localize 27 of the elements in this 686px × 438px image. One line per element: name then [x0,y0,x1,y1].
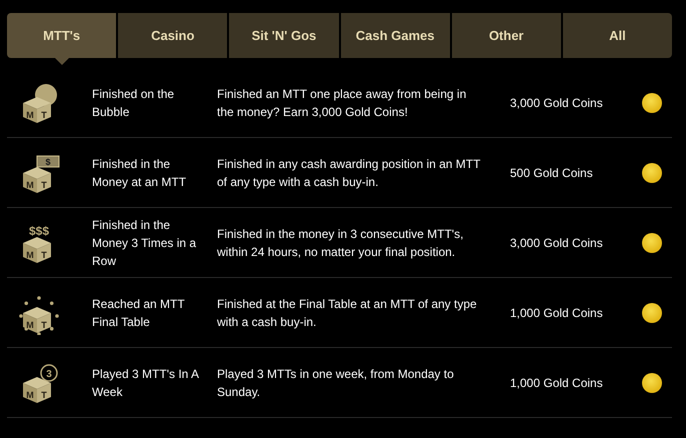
achievement-description: Finished in the money in 3 consecutive MTT's, within 24 hours, no matter your final position. [217,226,464,260]
coin-icon [642,232,662,252]
achievement-description: Finished in any cash awarding position in an MTT of any type with a cash buy-in. [217,156,482,190]
reward-amount: 3,000 Gold Coins [510,94,604,112]
tab[interactable]: All [562,13,672,58]
coin-icon [642,302,662,322]
coin-icon [642,162,662,182]
tab[interactable]: Casino [118,13,228,58]
reward-amount: 1,000 Gold Coins [510,374,604,392]
achievement-description: Finished an MTT one place away from being in the money? Earn 3,000 Gold Coins! [217,86,468,120]
achievement-description: Finished at the Final Table at an MTT of any type with a cash buy-in. [217,296,478,330]
tab[interactable]: MTT's [7,13,116,58]
tab[interactable]: Other [452,13,561,58]
achievement-title: Finished in the Money 3 Times in a Row [92,216,198,270]
selection-pointer [54,58,69,65]
achievement-title: Reached an MTT Final Table [92,296,186,330]
achievement-title: Finished in the Money at an MTT [92,156,188,190]
tab[interactable]: Cash Games [340,13,450,58]
achievement-description: Played 3 MTTs in one week, from Monday to Sunday. [217,366,455,400]
reward-amount: 3,000 Gold Coins [510,234,604,252]
reward-amount: 1,000 Gold Coins [510,304,604,322]
achievement-title: Played 3 MTT's In A Week [92,366,200,400]
achievement-title: Finished on the Bubble [92,86,176,120]
tab[interactable]: Sit 'N' Gos [229,13,339,58]
reward-amount: 500 Gold Coins [510,164,594,182]
coin-icon [642,92,662,112]
coin-icon [642,372,662,392]
